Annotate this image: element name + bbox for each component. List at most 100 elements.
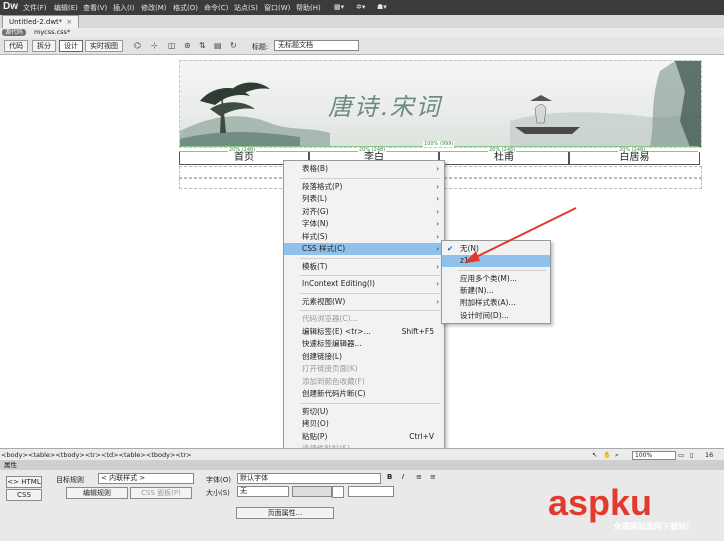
context-menu-item[interactable]: 快速标签编辑器... xyxy=(284,338,444,350)
css-panel-button[interactable]: CSS 面板(P) xyxy=(130,487,192,499)
align-left-icon[interactable]: ≡ xyxy=(416,473,422,481)
design-view-button[interactable]: 设计 xyxy=(59,40,83,52)
table-width-label: 100% (999) xyxy=(423,141,455,147)
nav-cell-dufu[interactable]: 杜甫 xyxy=(439,152,569,165)
chevron-right-icon: › xyxy=(436,182,439,191)
context-menu-item[interactable]: 拷贝(O) xyxy=(284,418,444,430)
menu-bar: Dw 文件(F) 编辑(E) 查看(V) 插入(I) 修改(M) 格式(O) 命… xyxy=(0,0,724,15)
code-view-button[interactable]: 代码 xyxy=(4,40,28,52)
context-menu-item-label: InContext Editing(I) xyxy=(302,279,375,288)
app-logo: Dw xyxy=(3,1,18,12)
menu-site[interactable]: 站点(S) xyxy=(234,3,258,13)
zoom-select[interactable]: 100% xyxy=(632,451,676,460)
menu-help[interactable]: 帮助(H) xyxy=(296,3,321,13)
context-menu-item-label: 对齐(G) xyxy=(302,206,329,216)
context-menu-item-label: 列表(L) xyxy=(302,194,328,203)
context-menu-item: 代码浏览器(C)... xyxy=(284,313,444,325)
context-menu-item[interactable]: 列表(L) › xyxy=(284,193,444,205)
context-menu-item[interactable]: 粘贴(P) Ctrl+V xyxy=(284,431,444,443)
context-menu-item[interactable]: 段落格式(P) › xyxy=(284,181,444,193)
banner-title: 唐诗.宋词 xyxy=(328,93,442,121)
menu-edit[interactable]: 编辑(E) xyxy=(54,3,78,13)
context-menu-item[interactable]: 表格(B) › xyxy=(284,163,444,175)
submenu-item[interactable]: 设计时间(D)... xyxy=(442,310,550,322)
page-properties-button[interactable]: 页面属性... xyxy=(236,507,334,519)
chevron-right-icon: › xyxy=(436,165,439,173)
edit-rule-button[interactable]: 编辑规则 xyxy=(66,487,128,499)
context-menu-item[interactable]: CSS 样式(C) › xyxy=(284,243,444,255)
user-icon[interactable]: ☗▾ xyxy=(377,3,387,11)
document-toolbar: 代码 拆分 设计 实时视图 ⌬ ⊹ ◫ ⊛ ⇅ ▤ ↻ 标题: 无标题文档 xyxy=(0,38,724,55)
menu-modify[interactable]: 修改(M) xyxy=(141,3,167,13)
context-menu-item[interactable]: 编辑标签(E) <tr>... Shift+F5 xyxy=(284,326,444,338)
submenu-item[interactable]: 附加样式表(A)... xyxy=(442,297,550,309)
context-menu-item-label: 创建链接(L) xyxy=(302,351,343,361)
align-center-icon[interactable]: ≡ xyxy=(430,473,436,481)
menu-commands[interactable]: 命令(C) xyxy=(204,3,228,13)
context-menu-item[interactable]: 对齐(G) › xyxy=(284,206,444,218)
submenu-item-label: 附加样式表(A)... xyxy=(460,298,516,308)
context-menu-item[interactable]: InContext Editing(I) › xyxy=(284,278,444,290)
close-icon[interactable]: × xyxy=(66,18,72,26)
context-menu-item[interactable]: 样式(S) › xyxy=(284,231,444,243)
menu-separator xyxy=(300,257,440,259)
shortcut-label: Ctrl+V xyxy=(409,431,434,441)
menu-separator xyxy=(300,275,440,276)
multiscreen-icon[interactable]: ◫ xyxy=(168,41,176,50)
document-title-input[interactable]: 无标题文档 xyxy=(274,40,359,51)
context-menu-item[interactable]: 字体(N) › xyxy=(284,218,444,230)
document-tab-bar xyxy=(0,15,724,29)
context-menu-item-label: 字体(N) xyxy=(302,219,329,228)
properties-header: 属性 xyxy=(0,460,724,470)
preview-icon[interactable]: ⊛ xyxy=(184,41,191,50)
file-management-icon[interactable]: ⇅ xyxy=(199,41,206,50)
menu-insert[interactable]: 插入(I) xyxy=(113,3,135,13)
context-menu-item-label: 表格(B) xyxy=(302,164,328,173)
color-swatch[interactable] xyxy=(332,486,344,498)
context-menu-item[interactable]: 模板(T) › xyxy=(284,261,444,273)
menu-separator xyxy=(300,310,440,311)
context-menu-item-label: 快速标签编辑器... xyxy=(302,339,362,348)
target-rule-label: 目标规则 xyxy=(56,476,84,484)
visual-aids-icon[interactable]: ▤ xyxy=(214,41,222,50)
menu-file[interactable]: 文件(F) xyxy=(23,3,47,13)
menu-separator xyxy=(300,402,440,404)
document-tab[interactable]: Untitled-2.dwt* × xyxy=(2,15,80,28)
menu-separator xyxy=(300,177,440,179)
menu-view[interactable]: 查看(V) xyxy=(83,3,107,13)
italic-button[interactable]: I xyxy=(402,473,404,481)
target-rule-select[interactable]: < 内联样式 > xyxy=(98,473,194,484)
size-select[interactable]: 无 xyxy=(237,486,289,497)
size-unit-select[interactable] xyxy=(292,486,332,497)
css-mode-button[interactable]: CSS xyxy=(6,489,42,501)
color-input[interactable] xyxy=(348,486,394,497)
context-menu-item[interactable]: 剪切(U) xyxy=(284,406,444,418)
context-menu-item[interactable]: 元素视图(W) › xyxy=(284,296,444,308)
source-code-button[interactable]: 源代码 xyxy=(2,29,27,36)
context-menu-item[interactable]: 创建新代码片断(C) xyxy=(284,388,444,400)
context-menu-item[interactable]: 创建链接(L) xyxy=(284,351,444,363)
font-select[interactable]: 默认字体 xyxy=(237,473,381,484)
context-menu-item-label: 样式(S) xyxy=(302,231,328,241)
live-code-icon[interactable]: ⌬ xyxy=(134,41,141,50)
submenu-item[interactable]: 新建(N)... xyxy=(442,285,550,297)
html-mode-button[interactable]: <> HTML xyxy=(6,476,42,488)
submenu-item[interactable]: 应用多个类(M)... xyxy=(442,273,550,285)
refresh-icon[interactable]: ↻ xyxy=(230,41,237,50)
layout-icon[interactable]: ▦▾ xyxy=(334,3,344,11)
split-view-button[interactable]: 拆分 xyxy=(32,40,56,52)
nav-cell-baijuyi[interactable]: 白居易 xyxy=(569,152,700,165)
live-view-button[interactable]: 实时视图 xyxy=(85,40,123,52)
gear-icon[interactable]: ✲▾ xyxy=(356,3,365,11)
banner-image: 唐诗.宋词 xyxy=(179,60,702,148)
menu-format[interactable]: 格式(O) xyxy=(173,3,198,13)
chevron-right-icon: › xyxy=(436,195,439,203)
context-menu-item-label: 元素视图(W) xyxy=(302,296,346,306)
context-menu-item-label: 创建新代码片断(C) xyxy=(302,389,366,398)
menu-window[interactable]: 窗口(W) xyxy=(264,3,290,13)
related-css-file[interactable]: mycss.css* xyxy=(34,28,70,36)
chevron-right-icon: › xyxy=(436,297,439,306)
bold-button[interactable]: B xyxy=(387,473,392,481)
context-menu: 表格(B) › 段落格式(P) › 列表(L) › 对齐(G) › 字体(N) › 样式(S) › CS… xyxy=(283,160,445,471)
inspect-icon[interactable]: ⊹ xyxy=(151,41,158,50)
